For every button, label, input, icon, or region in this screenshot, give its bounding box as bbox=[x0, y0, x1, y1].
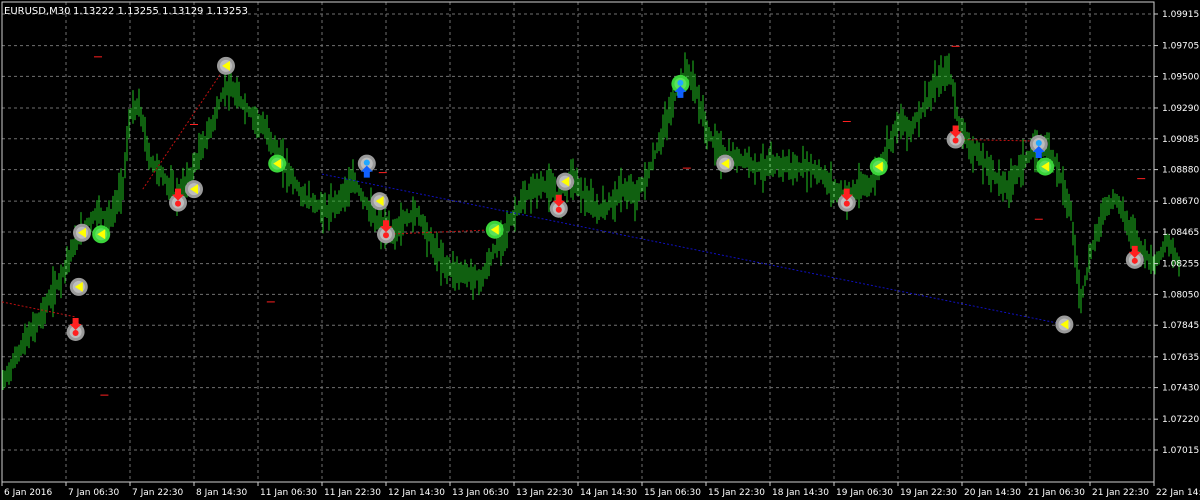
y-tick-label: 1.07220 bbox=[1162, 415, 1199, 425]
y-tick-label: 1.09290 bbox=[1162, 104, 1199, 114]
signal-marker bbox=[370, 192, 389, 211]
x-tick-label: 21 Jan 06:30 bbox=[1028, 488, 1085, 498]
signal-marker bbox=[73, 223, 91, 242]
x-tick-label: 6 Jan 2016 bbox=[4, 488, 52, 498]
signal-marker bbox=[185, 180, 203, 199]
y-tick-label: 1.09085 bbox=[1162, 135, 1199, 145]
x-tick-label: 13 Jan 06:30 bbox=[452, 488, 509, 498]
y-tick-label: 1.09500 bbox=[1162, 72, 1199, 82]
symbol-label: EURUSD,M30 bbox=[4, 6, 70, 17]
signal-marker bbox=[268, 154, 287, 173]
x-tick-label: 7 Jan 22:30 bbox=[132, 488, 184, 498]
x-tick-label: 15 Jan 22:30 bbox=[708, 488, 765, 498]
y-tick-label: 1.08880 bbox=[1162, 166, 1199, 176]
signal-marker bbox=[556, 172, 575, 191]
y-tick-label: 1.08255 bbox=[1162, 260, 1199, 270]
y-tick-label: 1.07845 bbox=[1162, 321, 1199, 331]
buy-dot bbox=[1035, 140, 1042, 147]
signal-marker bbox=[69, 277, 88, 296]
x-tick-label: 7 Jan 06:30 bbox=[68, 488, 120, 498]
sell-dot bbox=[952, 137, 959, 144]
buy-dot bbox=[677, 79, 684, 86]
ohlc-label: 1.13222 1.13255 1.13129 1.13253 bbox=[73, 6, 248, 17]
x-tick-label: 15 Jan 06:30 bbox=[644, 488, 701, 498]
sell-dot bbox=[72, 329, 79, 336]
x-tick-label: 20 Jan 14:30 bbox=[964, 488, 1021, 498]
x-tick-label: 11 Jan 22:30 bbox=[324, 488, 381, 498]
price-chart: 1.09915 1.09705 1.09500 1.09290 1.09085 1.088… bbox=[0, 0, 1200, 500]
y-tick-label: 1.08465 bbox=[1162, 228, 1199, 238]
sell-dot bbox=[843, 200, 850, 207]
signal-marker bbox=[716, 154, 735, 173]
y-tick-label: 1.09915 bbox=[1162, 10, 1199, 20]
chart-background bbox=[0, 0, 1200, 500]
signal-marker bbox=[1036, 157, 1055, 176]
sell-dot bbox=[383, 232, 389, 239]
signal-marker bbox=[92, 225, 111, 244]
sell-dot bbox=[555, 206, 562, 213]
x-tick-label: 21 Jan 22:30 bbox=[1092, 488, 1149, 498]
x-tick-label: 11 Jan 06:30 bbox=[260, 488, 317, 498]
sell-dot bbox=[175, 200, 181, 207]
buy-dot bbox=[363, 159, 370, 166]
signal-marker bbox=[869, 157, 888, 176]
y-tick-label: 1.08670 bbox=[1162, 197, 1199, 207]
y-tick-label: 1.07015 bbox=[1162, 446, 1199, 456]
x-tick-label: 8 Jan 14:30 bbox=[196, 488, 248, 498]
y-tick-label: 1.07635 bbox=[1162, 353, 1199, 363]
x-tick-label: 22 Jan 14:3 bbox=[1156, 488, 1200, 498]
signal-marker bbox=[217, 56, 235, 75]
x-tick-label: 14 Jan 14:30 bbox=[580, 488, 637, 498]
y-tick-label: 1.08050 bbox=[1162, 290, 1199, 300]
x-tick-label: 12 Jan 14:30 bbox=[388, 488, 445, 498]
y-tick-label: 1.09705 bbox=[1162, 42, 1199, 52]
signal-marker bbox=[485, 220, 504, 239]
x-tick-label: 19 Jan 06:30 bbox=[836, 488, 893, 498]
sell-dot bbox=[1131, 257, 1138, 264]
chart-area: 1.09915 1.09705 1.09500 1.09290 1.09085 1.088… bbox=[0, 0, 1200, 500]
x-tick-label: 13 Jan 22:30 bbox=[516, 488, 573, 498]
signal-marker bbox=[1055, 315, 1074, 334]
x-tick-label: 18 Jan 14:30 bbox=[772, 488, 829, 498]
y-tick-label: 1.07430 bbox=[1162, 384, 1199, 394]
x-tick-label: 19 Jan 22:30 bbox=[900, 488, 957, 498]
